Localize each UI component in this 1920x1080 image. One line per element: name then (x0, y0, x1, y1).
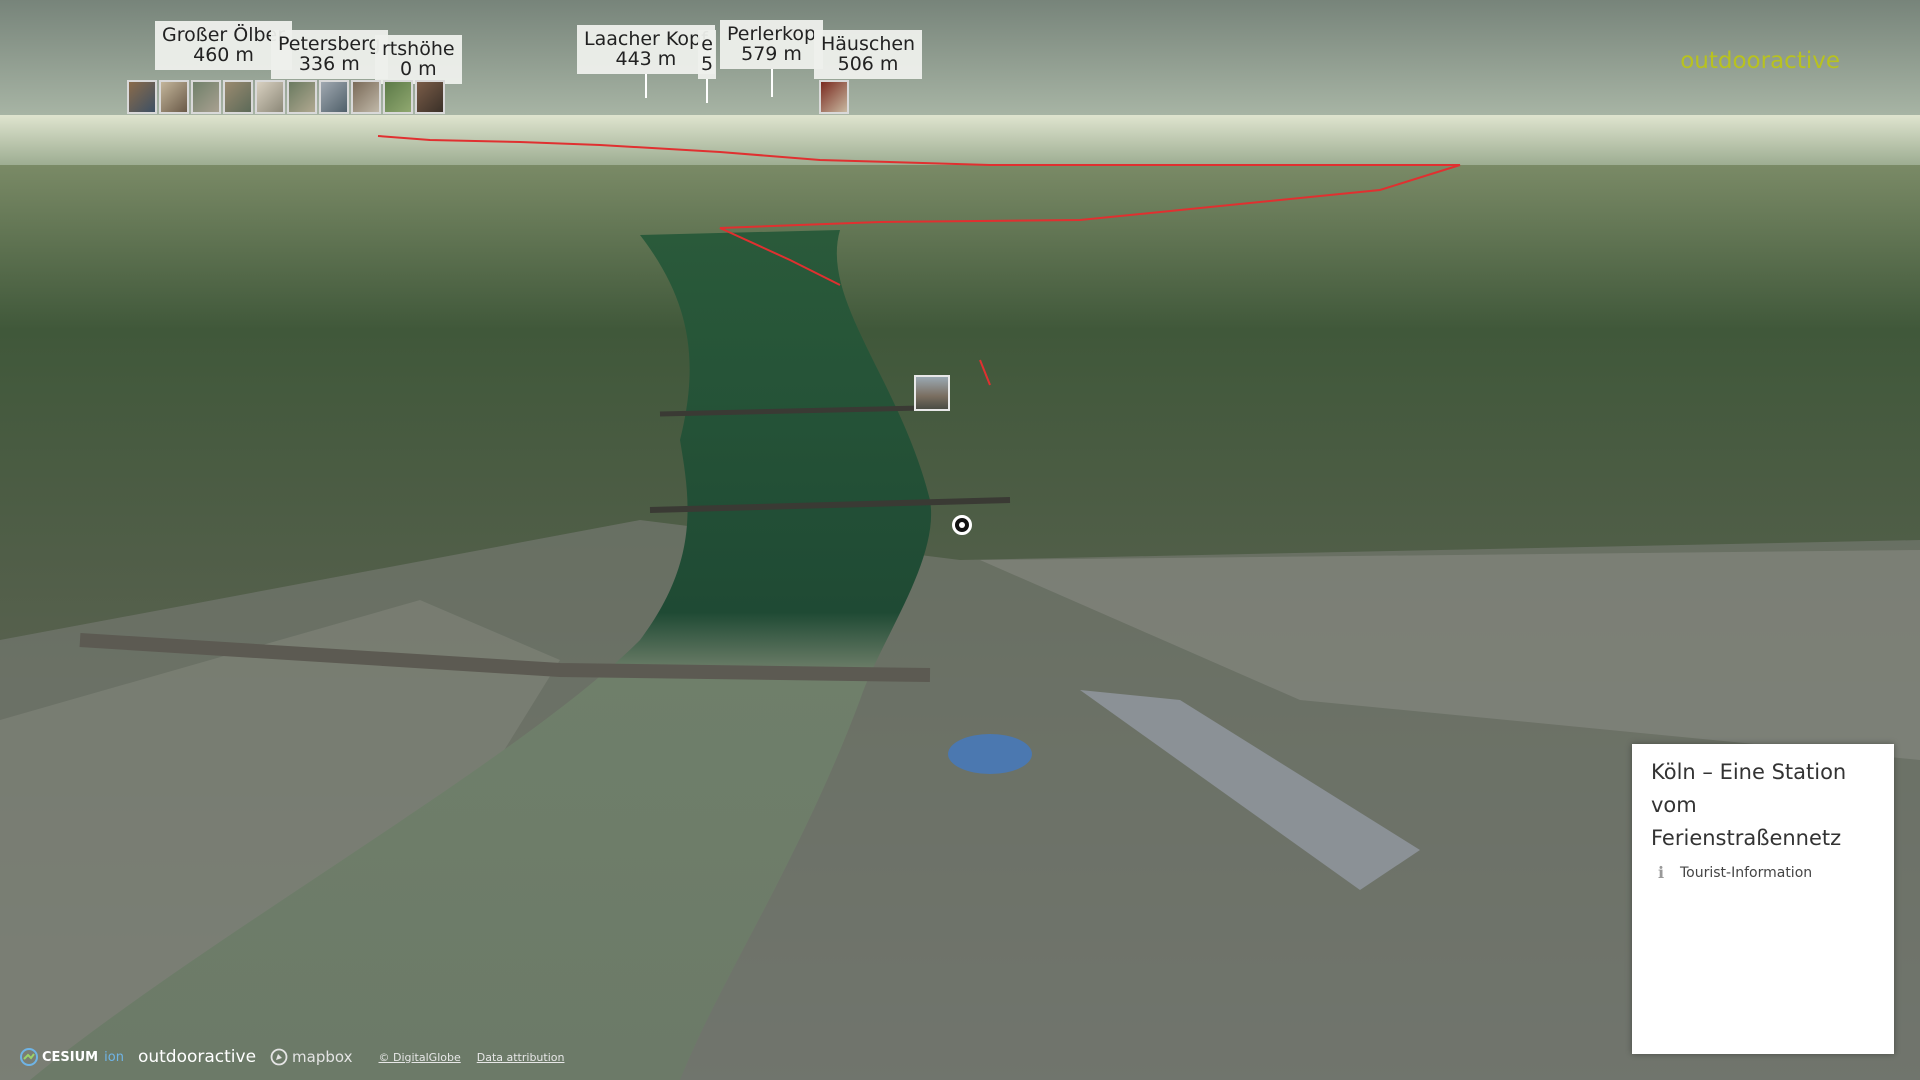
poi-thumbnail[interactable] (819, 80, 849, 114)
peak-stem (644, 74, 647, 98)
peak-name: e (701, 33, 713, 55)
peak-stem (770, 69, 773, 97)
peak-stem (706, 79, 709, 103)
poi-category: ℹ Tourist-Information (1632, 855, 1894, 882)
poi-photo[interactable] (1651, 912, 1875, 1038)
poi-thumbnail[interactable] (255, 80, 285, 114)
peak-elevation: 336 m (298, 53, 360, 75)
map-attribution-bar: CESIUM ion outdooractive mapbox © Digital… (0, 1034, 1000, 1080)
poi-thumbnail[interactable] (415, 80, 445, 114)
peak-name: Laacher Kopf (584, 28, 708, 50)
peak-elevation: 443 m (615, 48, 677, 70)
mapbox-label: mapbox (292, 1048, 353, 1066)
info-icon: ℹ (1658, 863, 1665, 882)
location-pin-icon[interactable] (952, 515, 972, 535)
poi-thumbnail[interactable] (319, 80, 349, 114)
poi-thumbnail-strip-right (819, 80, 849, 114)
poi-thumbnail[interactable] (159, 80, 189, 114)
peak-label-petersberg[interactable]: Petersberg 336 m (271, 30, 388, 79)
peak-label-hidden[interactable]: e5 (698, 30, 717, 103)
data-attribution-link[interactable]: Data attribution (477, 1051, 565, 1064)
poi-thumbnail[interactable] (127, 80, 157, 114)
peak-name: Perlerkop (727, 23, 817, 45)
peak-name: Häuschen (821, 33, 916, 55)
poi-thumbnail[interactable] (191, 80, 221, 114)
poi-info-card[interactable]: Köln – Eine Station vom Ferienstraßennet… (1632, 744, 1894, 1054)
peak-elevation: 579 m (741, 43, 802, 65)
poi-title-line: Ferienstraßennetz (1651, 826, 1842, 850)
digitalglobe-link[interactable]: © DigitalGlobe (379, 1051, 461, 1064)
peak-name: Großer Ölber (162, 24, 286, 46)
poi-category-label: Tourist-Information (1680, 864, 1813, 881)
poi-thumbnail-strip (127, 80, 445, 114)
poi-title-line: Köln – Eine Station (1651, 760, 1847, 784)
peak-elevation: 0 m (399, 58, 437, 80)
outdooractive-logo: outdooractive (1680, 48, 1840, 74)
peak-name: rtshöhe (382, 38, 455, 60)
peak-label-laacher-kopf[interactable]: Laacher Kopf 443 m (577, 25, 715, 98)
poi-thumbnail[interactable] (383, 80, 413, 114)
peak-name: Petersberg (278, 33, 381, 55)
mapbox-icon (270, 1048, 288, 1066)
mapbox-logo[interactable]: mapbox (270, 1048, 353, 1066)
cesium-logo[interactable]: CESIUM ion (20, 1048, 124, 1066)
peak-elevation: 506 m (837, 53, 899, 75)
peak-elevation: 5 (701, 53, 714, 75)
cesium-ion-label: ion (104, 1049, 124, 1065)
peak-elevation: 460 m (193, 44, 254, 66)
poi-title-line: vom (1651, 793, 1697, 817)
peak-label-partial[interactable]: rtshöhe 0 m (375, 35, 462, 84)
poi-thumbnail[interactable] (223, 80, 253, 114)
poi-thumbnail[interactable] (351, 80, 381, 114)
outdooractive-footer-logo[interactable]: outdooractive (138, 1047, 256, 1067)
cesium-icon (20, 1048, 38, 1066)
poi-photo-marker[interactable] (914, 375, 950, 411)
poi-thumbnail[interactable] (287, 80, 317, 114)
poi-title[interactable]: Köln – Eine Station vom Ferienstraßennet… (1632, 744, 1894, 855)
peak-label-haeuschen[interactable]: Häuschen 506 m (814, 30, 923, 79)
peak-label-perlerkopf[interactable]: Perlerkop 579 m (720, 20, 824, 97)
cesium-label: CESIUM (42, 1049, 99, 1065)
